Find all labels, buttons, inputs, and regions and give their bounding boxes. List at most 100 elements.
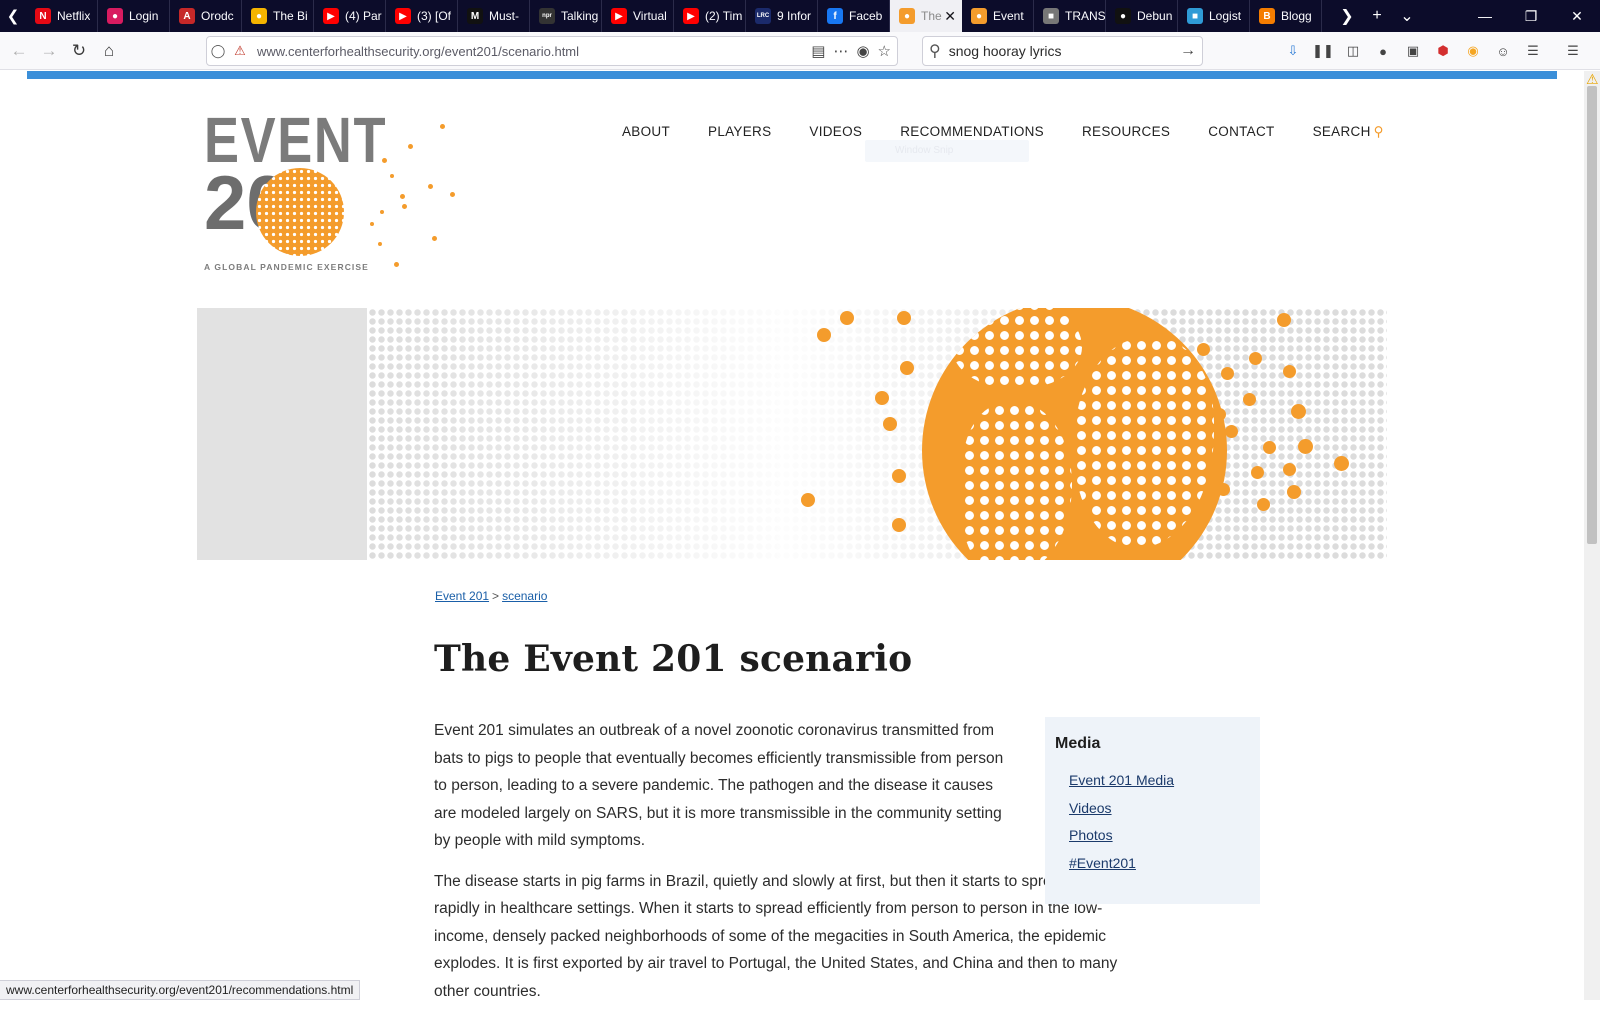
hero-dot (1298, 439, 1313, 454)
breadcrumb-home-link[interactable]: Event 201 (435, 589, 489, 603)
download-icon[interactable]: ⇩ (1282, 40, 1304, 62)
url-text[interactable]: www.centerforhealthsecurity.org/event201… (251, 44, 811, 59)
globe-land-south-america (962, 403, 1072, 560)
breadcrumb-separator: > (492, 589, 500, 603)
media-link-event201-media[interactable]: Event 201 Media (1069, 767, 1250, 795)
media-link-hashtag[interactable]: #Event201 (1069, 850, 1250, 878)
breadcrumb: Event 201 > scenario (435, 589, 547, 603)
login-icon: ● (107, 8, 123, 24)
tab-bar: ❮ N Netflix ● Login A Orodc ● The Bi ▶ (4) Par ▶ (3… (0, 0, 1600, 32)
nav-contact[interactable]: CONTACT (1208, 124, 1274, 140)
extension-circles-icon[interactable]: ● (1372, 40, 1394, 62)
browser-tab[interactable]: npr Talking (530, 0, 602, 32)
lrc-icon: LRC (755, 8, 771, 24)
logo-dot (382, 158, 387, 163)
accent-bar (27, 71, 1557, 79)
browser-tab[interactable]: ● Login (98, 0, 170, 32)
browser-tab[interactable]: ● The ✕ (890, 0, 962, 32)
browser-tab[interactable]: N Netflix (26, 0, 98, 32)
close-window-icon[interactable]: ✕ (1554, 0, 1600, 32)
nav-players[interactable]: PLAYERS (708, 124, 771, 140)
minimize-icon[interactable]: — (1462, 0, 1508, 32)
nav-resources[interactable]: RESOURCES (1082, 124, 1170, 140)
browser-tab[interactable]: ● The Bi (242, 0, 314, 32)
library-icon[interactable]: ❚❚ (1312, 40, 1334, 62)
extension-bars-icon[interactable]: ☰ (1522, 40, 1544, 62)
logo-dot (370, 222, 374, 226)
browser-tab[interactable]: f Faceb (818, 0, 890, 32)
tab-scroll-right-icon[interactable]: ❯ (1332, 6, 1362, 26)
browser-tab[interactable]: ■ Logist (1178, 0, 1250, 32)
browser-tab[interactable]: M Must- (458, 0, 530, 32)
tab-title: Faceb (849, 9, 883, 23)
tab-title: The Bi (273, 9, 308, 23)
browser-tab[interactable]: ▶ (4) Par (314, 0, 386, 32)
insecure-lock-icon[interactable]: ⚠ (229, 43, 251, 59)
media-link-videos[interactable]: Videos (1069, 795, 1250, 823)
window-snip-tooltip: Window Snip (865, 140, 1029, 162)
browser-tab[interactable]: ▶ Virtual (602, 0, 674, 32)
nav-videos[interactable]: VIDEOS (809, 124, 862, 140)
search-input[interactable]: snog hooray lyrics (941, 43, 1180, 59)
search-box[interactable]: ⚲ snog hooray lyrics → (922, 36, 1203, 66)
article-body: Event 201 simulates an outbreak of a nov… (434, 717, 1117, 1018)
browser-tab[interactable]: ▶ (3) [Of (386, 0, 458, 32)
hero-dot (900, 361, 914, 375)
nav-search[interactable]: SEARCH ⚲ (1313, 124, 1384, 140)
search-go-icon[interactable]: → (1180, 42, 1196, 60)
extension-orange-icon[interactable]: ◉ (1462, 40, 1484, 62)
list-all-tabs-icon[interactable]: ⌄ (1392, 6, 1422, 26)
globe-land-europe-africa (1074, 338, 1214, 548)
hero-dot (1211, 463, 1224, 476)
back-icon[interactable]: ← (4, 36, 34, 66)
hero-banner (197, 308, 1387, 560)
browser-tab[interactable]: ● Event (962, 0, 1034, 32)
tab-title: Virtual (633, 9, 667, 23)
pocket-icon[interactable]: ◉ (856, 42, 869, 60)
restore-icon[interactable]: ❐ (1508, 0, 1554, 32)
screen-icon[interactable]: ▣ (1402, 40, 1424, 62)
forward-icon[interactable]: → (34, 36, 64, 66)
shield-icon[interactable]: ◯ (207, 43, 229, 59)
site-logo[interactable]: EVENT 201 A GLOBAL PANDEMIC EXERCISE (204, 108, 464, 277)
scrollbar-thumb[interactable] (1587, 86, 1597, 544)
logo-dot (450, 192, 455, 197)
browser-tab[interactable]: ● Debun (1106, 0, 1178, 32)
close-tab-icon[interactable]: ✕ (944, 8, 956, 25)
reader-view-icon[interactable]: ▤ (811, 42, 825, 60)
new-tab-icon[interactable]: + (1362, 7, 1392, 25)
nav-about[interactable]: ABOUT (622, 124, 670, 140)
browser-tab[interactable]: LRC 9 Infor (746, 0, 818, 32)
reload-icon[interactable]: ↻ (64, 36, 94, 66)
npr-icon: npr (539, 8, 555, 24)
account-icon[interactable]: ☺ (1492, 40, 1514, 62)
logo-globe-icon (256, 168, 344, 256)
hero-dot (1334, 456, 1349, 471)
hero-dot (1263, 441, 1276, 454)
browser-tab[interactable]: ■ TRANS (1034, 0, 1106, 32)
tab-title: Blogg (1281, 9, 1312, 23)
sidebar-icon[interactable]: ◫ (1342, 40, 1364, 62)
page-actions-icon[interactable]: ⋯ (833, 42, 848, 60)
logo-dot (390, 174, 394, 178)
home-icon[interactable]: ⌂ (94, 36, 124, 66)
nav-recommendations[interactable]: RECOMMENDATIONS (900, 124, 1044, 140)
adblock-icon[interactable]: ⬢ (1432, 40, 1454, 62)
menu-icon[interactable]: ☰ (1562, 40, 1584, 62)
scrollbar[interactable]: ⚠ (1584, 71, 1600, 1000)
browser-tab[interactable]: ▶ (2) Tim (674, 0, 746, 32)
hero-dot (875, 391, 889, 405)
media-link-photos[interactable]: Photos (1069, 822, 1250, 850)
browser-tab[interactable]: A Orodc (170, 0, 242, 32)
browser-tab[interactable]: B Blogg (1250, 0, 1322, 32)
toolbar-icons: ⇩ ❚❚ ◫ ● ▣ ⬢ ◉ ☺ ☰ ☰ (1282, 36, 1584, 66)
breadcrumb-current-link[interactable]: scenario (502, 589, 547, 603)
youtube-icon: ▶ (323, 8, 339, 24)
tab-scroll-left-icon[interactable]: ❮ (0, 0, 26, 32)
bookmark-star-icon[interactable]: ☆ (878, 42, 891, 60)
hero-dot (1257, 498, 1270, 511)
hero-dot (892, 469, 906, 483)
hero-dot (1221, 367, 1234, 380)
address-bar[interactable]: ◯ ⚠ www.centerforhealthsecurity.org/even… (206, 36, 898, 66)
youtube-icon: ▶ (683, 8, 699, 24)
